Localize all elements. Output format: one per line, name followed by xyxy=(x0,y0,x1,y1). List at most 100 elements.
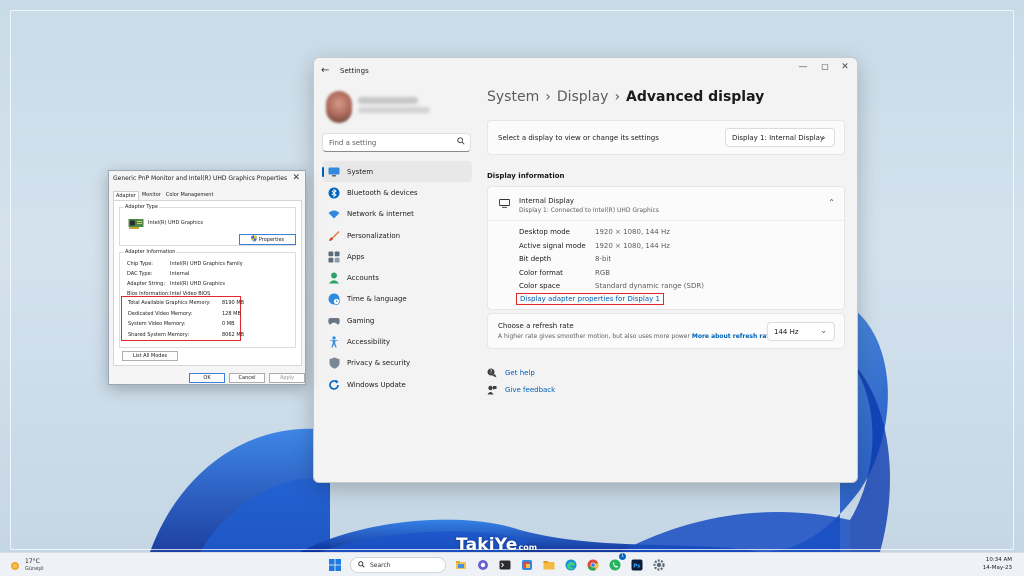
memory-key: System Video Memory: xyxy=(128,321,186,327)
memory-value: 8190 MB xyxy=(222,300,245,306)
memory-value: 128 MB xyxy=(222,310,241,317)
system-clock[interactable]: 10:34 AM 14-May-23 xyxy=(983,556,1012,572)
paintbrush-icon xyxy=(327,229,341,243)
weather-widget[interactable]: 17°C Güneşli xyxy=(9,557,69,573)
sidebar-item-network[interactable]: Network & internet xyxy=(322,204,472,225)
adapter-type-value: Intel(R) UHD Graphics xyxy=(148,220,203,226)
info-value: 8-bit xyxy=(595,255,612,263)
dialog-close-button[interactable]: ✕ xyxy=(292,173,300,183)
cancel-button[interactable]: Cancel xyxy=(229,373,265,383)
graphics-card-icon xyxy=(128,218,144,232)
info-key: Active signal mode xyxy=(519,241,586,250)
sidebar-item-label: Privacy & security xyxy=(347,359,411,368)
chrome-icon[interactable] xyxy=(584,556,602,574)
sidebar-item-windows-update[interactable]: Windows Update xyxy=(322,374,472,395)
chevron-down-icon: ⌄ xyxy=(820,326,827,335)
sidebar-item-personalization[interactable]: Personalization xyxy=(322,225,472,246)
give-feedback-label: Give feedback xyxy=(505,386,556,394)
settings-window: ← Settings — ▢ ✕ System Bluetooth & devi… xyxy=(313,57,858,483)
settings-gear-icon[interactable] xyxy=(650,556,668,574)
dialog-body: Adapter Type Intel(R) UHD Graphics Prope… xyxy=(113,200,302,366)
teams-chat-icon[interactable] xyxy=(474,556,492,574)
dialog-title: Generic PnP Monitor and Intel(R) UHD Gra… xyxy=(113,175,288,182)
svg-text:Ps: Ps xyxy=(633,563,641,569)
breadcrumb-display[interactable]: Display xyxy=(557,89,609,105)
bluetooth-icon xyxy=(327,186,341,200)
maximize-button[interactable]: ▢ xyxy=(817,62,833,74)
sidebar-item-accounts[interactable]: Accounts xyxy=(322,267,472,288)
feedback-icon xyxy=(487,385,497,395)
sidebar-item-accessibility[interactable]: Accessibility xyxy=(322,331,472,352)
more-about-refresh-rate-link[interactable]: More about refresh rate xyxy=(692,333,773,340)
taskbar-apps: Search 1 Ps xyxy=(326,553,672,574)
edge-icon[interactable] xyxy=(562,556,580,574)
get-help-link[interactable]: ? Get help xyxy=(487,367,535,379)
avatar xyxy=(326,91,352,123)
display-adapter-properties-link[interactable]: Display adapter properties for Display 1 xyxy=(516,293,664,305)
adapter-info-key: DAC Type: xyxy=(127,271,153,277)
back-arrow-icon[interactable]: ← xyxy=(321,65,329,76)
info-value: 1920 × 1080, 144 Hz xyxy=(595,228,670,236)
display-select-dropdown[interactable]: Display 1: Internal Display ⌄ xyxy=(725,128,835,147)
info-row-active-signal-mode: Active signal mode 1920 × 1080, 144 Hz xyxy=(519,242,819,253)
profile-email-blurred xyxy=(358,107,430,113)
sidebar-nav: System Bluetooth & devices Network & int… xyxy=(322,161,472,395)
search-icon xyxy=(457,137,465,147)
display-info-header[interactable]: Internal Display Display 1: Connected to… xyxy=(488,187,844,221)
file-explorer-icon[interactable] xyxy=(452,556,470,574)
properties-button[interactable]: Properties xyxy=(239,234,296,245)
clock-time: 10:34 AM xyxy=(985,557,1012,563)
chevron-up-icon[interactable]: ⌃ xyxy=(828,198,835,207)
sidebar-item-system[interactable]: System xyxy=(322,161,472,183)
search-icon xyxy=(358,560,365,570)
give-feedback-link[interactable]: Give feedback xyxy=(487,384,555,396)
search-input[interactable] xyxy=(322,133,471,152)
refresh-rate-title: Choose a refresh rate xyxy=(498,322,574,330)
sidebar-item-bluetooth[interactable]: Bluetooth & devices xyxy=(322,182,472,203)
whatsapp-icon[interactable]: 1 xyxy=(606,553,626,574)
sidebar-item-label: Windows Update xyxy=(347,380,406,389)
info-value: Standard dynamic range (SDR) xyxy=(595,282,704,290)
folder-icon[interactable] xyxy=(540,556,558,574)
breadcrumb-system[interactable]: System xyxy=(487,89,539,105)
adapter-info-value: Internal xyxy=(170,271,190,277)
display-select-value: Display 1: Internal Display xyxy=(732,134,825,142)
shield-icon xyxy=(327,356,341,370)
sidebar-item-label: Accessibility xyxy=(347,338,391,347)
refresh-rate-description: A higher rate gives smoother motion, but… xyxy=(498,333,773,340)
app-icon[interactable] xyxy=(518,556,536,574)
update-icon xyxy=(327,378,341,392)
adapter-info-key: Adapter String: xyxy=(127,281,166,287)
sidebar-item-privacy[interactable]: Privacy & security xyxy=(322,353,472,374)
info-key: Color format xyxy=(519,268,563,277)
photoshop-icon[interactable]: Ps xyxy=(628,556,646,574)
sidebar-item-label: Time & language xyxy=(347,295,407,304)
display-info-card: Internal Display Display 1: Connected to… xyxy=(487,186,845,310)
list-all-modes-button[interactable]: List All Modes xyxy=(122,351,178,361)
memory-key: Dedicated Video Memory: xyxy=(128,310,193,317)
sidebar-item-time-language[interactable]: Time & language xyxy=(322,289,472,310)
minimize-button[interactable]: — xyxy=(795,62,811,74)
sidebar-item-apps[interactable]: Apps xyxy=(322,246,472,267)
properties-button-label: Properties xyxy=(258,236,285,243)
person-icon xyxy=(327,271,341,285)
terminal-icon[interactable] xyxy=(496,556,514,574)
sidebar-item-label: Bluetooth & devices xyxy=(347,188,418,197)
help-icon: ? xyxy=(487,368,497,378)
adapter-type-label: Adapter Type xyxy=(124,204,159,210)
apply-button[interactable]: Apply xyxy=(269,373,305,383)
notification-badge: 1 xyxy=(619,553,626,560)
user-profile[interactable] xyxy=(326,91,486,125)
breadcrumb-separator: › xyxy=(614,89,621,105)
memory-value: 8062 MB xyxy=(222,331,245,338)
windows-start-icon[interactable] xyxy=(326,556,344,574)
memory-key: Shared System Memory: xyxy=(128,331,190,338)
ok-button[interactable]: OK xyxy=(189,373,225,383)
sidebar-item-gaming[interactable]: Gaming xyxy=(322,310,472,331)
close-button[interactable]: ✕ xyxy=(837,62,853,74)
taskbar-search-box[interactable]: Search xyxy=(350,557,446,573)
info-row-color-space: Color space Standard dynamic range (SDR) xyxy=(519,282,819,293)
adapter-info-value: Intel(R) UHD Graphics xyxy=(170,281,225,287)
page-title: Advanced display xyxy=(626,89,765,105)
refresh-rate-dropdown[interactable]: 144 Hz ⌄ xyxy=(767,322,835,341)
